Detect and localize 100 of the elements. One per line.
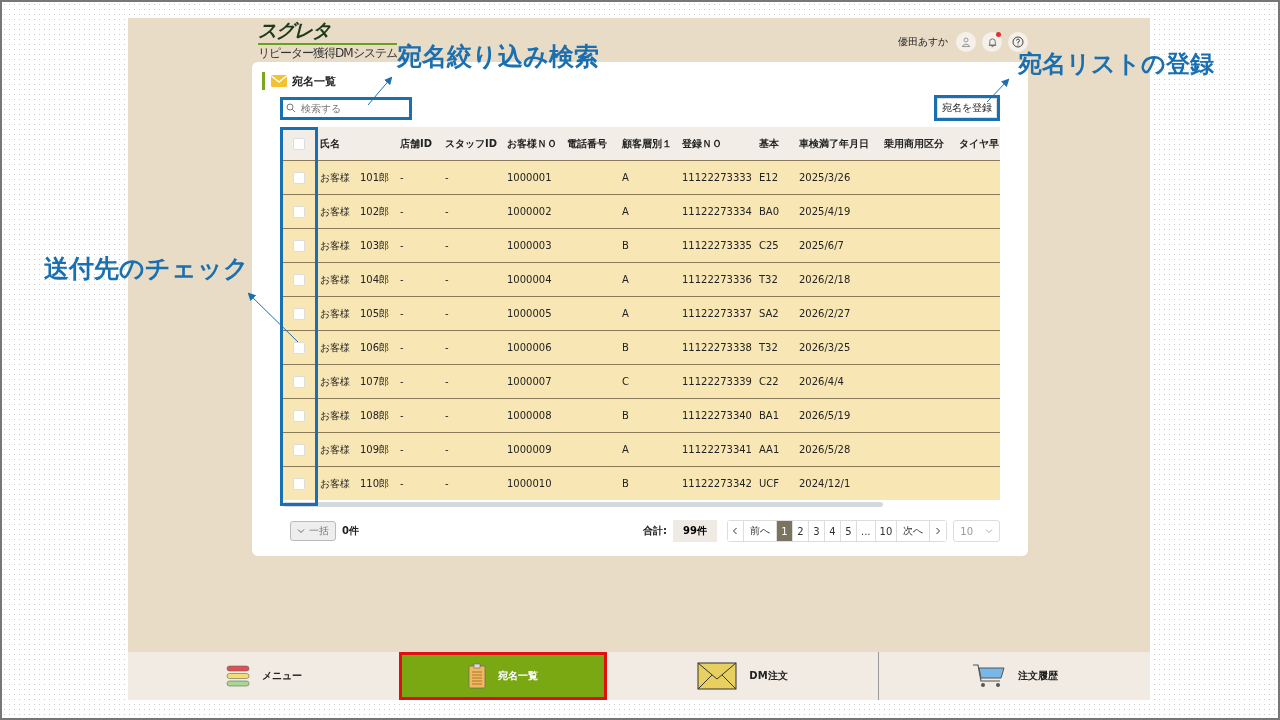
table-cell: 2026/3/25	[799, 342, 851, 353]
table-cell: 1000004	[507, 274, 552, 285]
table-cell: 2026/5/19	[799, 410, 851, 421]
chevron-down-icon	[297, 528, 305, 534]
table-cell: A	[622, 206, 629, 217]
column-header: タイヤ早	[959, 137, 999, 149]
table-cell: 1000007	[507, 376, 552, 387]
row-checkbox[interactable]	[293, 443, 305, 456]
row-checkbox[interactable]	[293, 273, 305, 286]
row-checkbox[interactable]	[293, 239, 305, 252]
table-cell: -	[400, 172, 404, 183]
column-header: 乗用商用区分	[884, 137, 944, 149]
arrow	[367, 76, 393, 106]
row-checkbox[interactable]	[293, 477, 305, 490]
table-cell: A	[622, 308, 629, 319]
table-cell: 11122273336	[682, 274, 752, 285]
table-cell: 1000001	[507, 172, 552, 183]
menu-icon	[225, 665, 250, 687]
table-cell: -	[445, 410, 449, 421]
table-cell: お客様 103郎	[320, 239, 390, 251]
row-checkbox[interactable]	[293, 307, 305, 320]
table-cell: B	[622, 478, 629, 489]
table-cell: お客様 109郎	[320, 443, 390, 455]
table-cell: SA2	[759, 308, 779, 319]
previous-icon[interactable]	[728, 521, 744, 541]
bulk-action-button[interactable]: 一括	[290, 521, 336, 541]
table-cell: 11122273339	[682, 376, 752, 387]
table-cell: お客様 105郎	[320, 307, 390, 319]
table-cell: C	[622, 376, 629, 387]
table-cell: BA0	[759, 206, 780, 217]
table-cell: お客様 108郎	[320, 409, 390, 421]
annotation-label: 宛名絞り込み検索	[397, 41, 599, 73]
table-cell: C22	[759, 376, 779, 387]
table-cell: -	[400, 308, 404, 319]
row-checkbox[interactable]	[293, 409, 305, 422]
table-cell: AA1	[759, 444, 780, 455]
table-cell: -	[445, 478, 449, 489]
clipboard-icon	[468, 663, 486, 689]
column-header: 車検満了年月日	[799, 137, 869, 149]
table-cell: 1000006	[507, 342, 552, 353]
table-cell: -	[400, 478, 404, 489]
table-cell: お客様 106郎	[320, 341, 390, 353]
table-cell: 11122273333	[682, 172, 752, 183]
table-cell: -	[400, 240, 404, 251]
table-cell: -	[445, 444, 449, 455]
nav-tab[interactable]: 注文履歴	[879, 652, 1150, 700]
table-cell: お客様 110郎	[320, 477, 390, 489]
total-count: 99件	[673, 520, 717, 542]
nav-tab[interactable]: メニュー	[128, 652, 399, 700]
row-checkbox[interactable]	[293, 375, 305, 388]
table-cell: 11122273338	[682, 342, 752, 353]
select-all-checkbox[interactable]	[293, 137, 305, 150]
logo: スグレタ	[258, 18, 332, 43]
table-cell: 11122273342	[682, 478, 752, 489]
table-cell: A	[622, 172, 629, 183]
column-header: 電話番号	[567, 137, 607, 149]
total-label: 合計:	[643, 524, 668, 538]
table-cell: B	[622, 410, 629, 421]
table-cell: -	[400, 444, 404, 455]
selected-count: 0件	[342, 524, 359, 538]
table-cell: A	[622, 444, 629, 455]
table-cell: -	[445, 376, 449, 387]
table-cell: -	[400, 206, 404, 217]
table-cell: C25	[759, 240, 779, 251]
row-checkbox[interactable]	[293, 205, 305, 218]
table-cell: 2026/5/28	[799, 444, 851, 455]
table-cell: UCF	[759, 478, 780, 489]
table-cell: お客様 107郎	[320, 375, 390, 387]
table-cell: 1000002	[507, 206, 552, 217]
column-header: 氏名	[320, 137, 340, 149]
table-cell: 1000008	[507, 410, 552, 421]
table-cell: -	[400, 342, 404, 353]
table-cell: 2026/4/4	[799, 376, 844, 387]
table-cell: -	[400, 274, 404, 285]
register-button[interactable]: 宛名を登録	[937, 98, 997, 118]
table-cell: BA1	[759, 410, 780, 421]
annotation-label: 宛名リストの登録	[1018, 49, 1214, 80]
table-cell: -	[445, 206, 449, 217]
search-field[interactable]: 検索する	[280, 96, 412, 120]
table-cell: 2026/2/27	[799, 308, 851, 319]
bell-icon[interactable]	[982, 32, 1002, 52]
table-cell: T32	[759, 342, 778, 353]
table-cell: 1000005	[507, 308, 552, 319]
table-cell: -	[400, 410, 404, 421]
user-icon[interactable]	[956, 32, 976, 52]
column-header: 基本	[759, 137, 779, 149]
help-icon[interactable]	[1008, 32, 1028, 52]
row-checkbox[interactable]	[293, 171, 305, 184]
table-cell: B	[622, 240, 629, 251]
table-cell: 11122273334	[682, 206, 752, 217]
scrollbar[interactable]	[283, 502, 883, 507]
table-cell: 2024/12/1	[799, 478, 851, 489]
table-cell: B	[622, 342, 629, 353]
table-cell: 2025/4/19	[799, 206, 851, 217]
user-name: 優田あすか	[898, 35, 948, 49]
table-cell: A	[622, 274, 629, 285]
nav-tab[interactable]: DM注文	[607, 652, 879, 700]
row-checkbox[interactable]	[293, 341, 305, 354]
table-cell: -	[445, 172, 449, 183]
column-header: 顧客層別１	[622, 137, 672, 149]
